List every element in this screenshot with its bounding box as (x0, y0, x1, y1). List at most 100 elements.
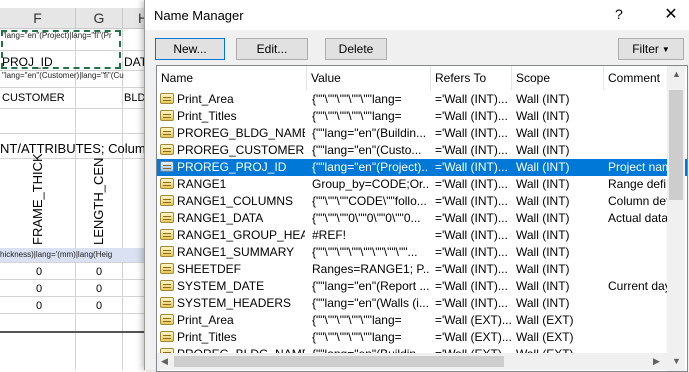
row-refers-to: ='Wall (INT)... (435, 126, 508, 140)
row-value: {""lang="en"(Walls (i... (312, 296, 429, 310)
row-comment (608, 126, 668, 142)
scroll-left-icon[interactable]: ◀ (161, 356, 168, 367)
row-name: Print_Area (177, 313, 234, 327)
row-name: Print_Titles (177, 109, 237, 123)
delete-button[interactable]: Delete (325, 38, 387, 60)
horizontal-scrollbar[interactable]: ◀ ▶ (157, 353, 667, 370)
copy-selection-marquee (1, 30, 121, 69)
help-icon[interactable]: ? (615, 6, 623, 22)
row-scope: Wall (EXT) (516, 313, 574, 327)
close-icon[interactable]: ✕ (660, 4, 682, 24)
list-item[interactable]: SHEETDEF Ranges=RANGE1; P... ='Wall (INT).… (157, 261, 687, 278)
cell-value[interactable]: 0 (36, 300, 42, 312)
row-comment: Actual data r (608, 211, 668, 225)
row-refers-to: ='Wall (INT)... (435, 160, 508, 174)
new-button[interactable]: New... (155, 38, 225, 60)
row-scope: Wall (INT) (516, 279, 570, 293)
row-value: {""lang="en"(Custo... (312, 143, 422, 157)
row-name: SYSTEM_HEADERS (177, 296, 292, 310)
row-name: RANGE1_DATA (177, 211, 264, 225)
row-scope: Wall (INT) (516, 92, 570, 106)
cell-value[interactable]: 0 (96, 300, 102, 312)
row-scope: Wall (INT) (516, 194, 570, 208)
name-range-icon (160, 314, 174, 325)
column-header-scope[interactable]: Scope (512, 66, 604, 90)
name-manager-dialog: Name Manager ? ✕ New... Edit... Delete F… (144, 0, 689, 372)
row-scope: Wall (INT) (516, 177, 570, 191)
cell-length-cen[interactable]: LENGTH_CEN (91, 158, 106, 245)
scroll-up-icon[interactable]: ▲ (672, 69, 681, 79)
row-comment (608, 143, 668, 159)
list-item[interactable]: PROREG_PROJ_ID {""lang="en"(Project)... ='… (157, 159, 687, 176)
cell-thickness-label[interactable]: hickness)|lang='(mm)|lang(Heig (0, 250, 160, 259)
scroll-down-icon[interactable]: ▼ (672, 356, 681, 366)
row-refers-to: ='Wall (INT)... (435, 211, 508, 225)
row-name: PROREG_PROJ_ID (177, 160, 287, 174)
grid-line (0, 87, 160, 88)
row-scope: Wall (INT) (516, 160, 570, 174)
column-header-value[interactable]: Value (307, 66, 431, 90)
row-name: RANGE1_SUMMARY (177, 245, 295, 259)
cell-value[interactable]: 0 (96, 283, 102, 295)
list-item[interactable]: SYSTEM_HEADERS {""lang="en"(Walls (i... ='… (157, 295, 687, 312)
list-item[interactable]: SYSTEM_DATE {""lang="en"(Report ... ='Wall… (157, 278, 687, 295)
list-item[interactable]: Print_Area {""\""\""\""\""lang= ='Wall (EX… (157, 312, 687, 329)
column-header-refers-to[interactable]: Refers To (431, 66, 512, 90)
column-header-g[interactable]: G (76, 8, 123, 29)
list-item[interactable]: RANGE1_GROUP_HEA... #REF! ='Wall (INT)... W… (157, 227, 687, 244)
row-comment: Column defi (608, 194, 668, 208)
cell-customer-label[interactable]: "lang="en"(Customer)|lang="fi"(Cu (2, 71, 124, 80)
grid-line (0, 108, 160, 109)
vertical-scrollbar[interactable]: ▲ ▼ (667, 66, 685, 371)
list-item[interactable]: Print_Area {""\""\""\""\""lang= ='Wall (IN… (157, 91, 687, 108)
row-comment (608, 92, 668, 108)
cell-attributes[interactable]: NT/ATTRIBUTES; Column (0, 141, 153, 156)
edit-button[interactable]: Edit... (236, 38, 308, 60)
column-header-name[interactable]: Name (157, 66, 307, 90)
row-name: Print_Area (177, 92, 234, 106)
column-header-f[interactable]: F (0, 8, 76, 29)
list-item[interactable]: PROREG_CUSTOMER {""lang="en"(Custo... ='Wa… (157, 142, 687, 159)
list-item[interactable]: PROREG_BLDG_NAME {""lang="en"(Buildin... =… (157, 125, 687, 142)
name-range-icon (160, 246, 174, 257)
cell-value[interactable]: 0 (96, 266, 102, 278)
list-item[interactable]: RANGE1 Group_by=CODE;Or... ='Wall (INT)...… (157, 176, 687, 193)
row-comment: Project name (608, 160, 668, 174)
scroll-right-icon[interactable]: ▶ (653, 356, 660, 367)
row-refers-to: ='Wall (INT)... (435, 228, 508, 242)
grid-line (0, 133, 160, 134)
row-value: Ranges=RANGE1; P... (312, 262, 429, 276)
row-value: {""\""\""\""\""\""\""\""... (312, 245, 418, 259)
cell-frame-thick[interactable]: FRAME_THICK (30, 153, 45, 245)
edit-button-label: Edit... (256, 42, 288, 56)
row-value: {""lang="en"(Buildin... (312, 126, 427, 140)
horizontal-scroll-thumb[interactable] (174, 356, 504, 367)
row-value: {""\""\""\""\""lang= (312, 330, 402, 344)
list-item[interactable]: Print_Titles {""\""\""\""\""lang= ='Wall (… (157, 108, 687, 125)
column-header-comment[interactable]: Comment (604, 66, 674, 90)
list-item[interactable]: RANGE1_SUMMARY {""\""\""\""\""\""\""\""..… (157, 244, 687, 261)
list-item[interactable]: RANGE1_COLUMNS {""\""\""CODE\""follo... ='… (157, 193, 687, 210)
row-comment (608, 262, 668, 278)
names-list[interactable]: Name Value Refers To Scope Comment Print… (156, 65, 688, 372)
dialog-titlebar[interactable]: Name Manager ? ✕ (145, 0, 689, 30)
delete-button-label: Delete (338, 42, 374, 56)
filter-button[interactable]: Filter ▼ (618, 38, 684, 60)
cell-value[interactable]: 0 (36, 266, 42, 278)
spreadsheet-background: F G H "lang="en"(Project)|lang="fi"(Pr P… (0, 0, 160, 370)
list-item[interactable]: Print_Titles {""\""\""\""\""lang= ='Wall (… (157, 329, 687, 346)
cell-bld[interactable]: BLD (124, 92, 145, 104)
row-refers-to: ='Wall (EXT)... (435, 313, 511, 327)
row-refers-to: ='Wall (INT)... (435, 296, 508, 310)
border-line (0, 331, 160, 333)
vertical-scroll-thumb[interactable] (669, 90, 683, 200)
row-value: {""lang="en"(Project)... (312, 160, 429, 174)
list-item[interactable]: RANGE1_DATA {""\""\""0\""0\""0\""0... ='Wa… (157, 210, 687, 227)
row-comment (608, 228, 668, 244)
cell-customer[interactable]: CUSTOMER (2, 92, 65, 104)
row-name: SYSTEM_DATE (177, 279, 265, 293)
row-refers-to: ='Wall (INT)... (435, 177, 508, 191)
row-value: #REF! (312, 228, 347, 242)
row-refers-to: ='Wall (INT)... (435, 109, 508, 123)
cell-value[interactable]: 0 (36, 283, 42, 295)
